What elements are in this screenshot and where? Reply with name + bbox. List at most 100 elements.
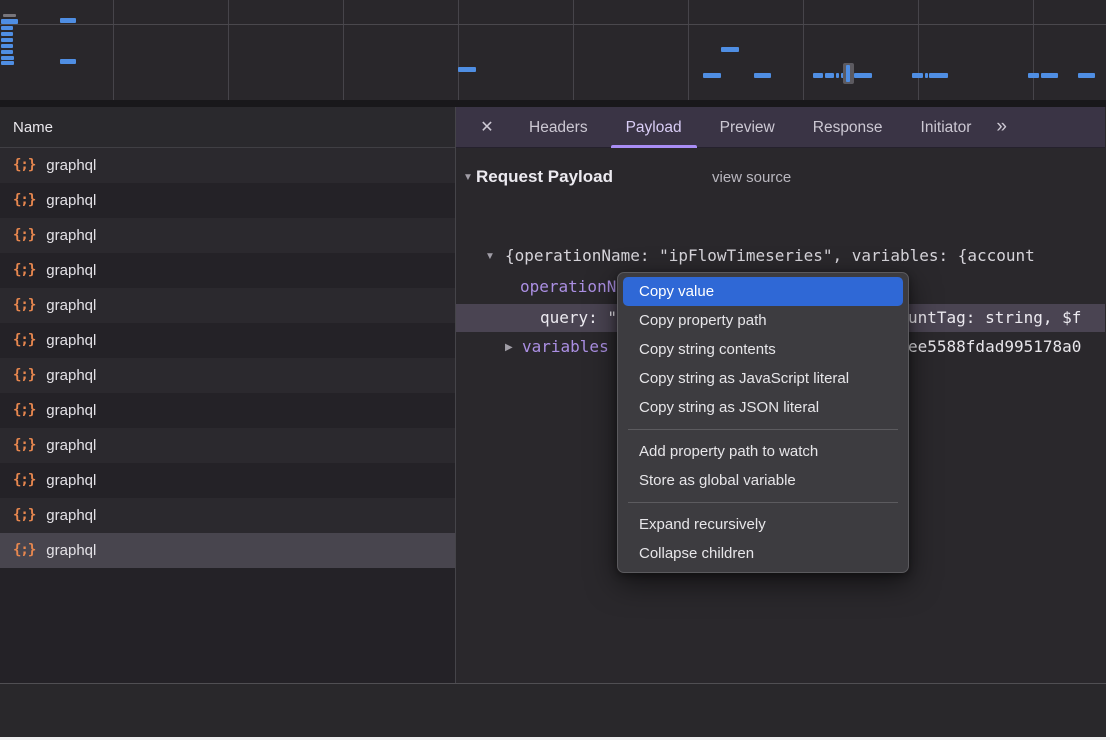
timeline-bar <box>3 14 16 17</box>
request-row[interactable]: {;} graphql <box>0 428 455 463</box>
timeline-bar <box>1 38 13 42</box>
request-name: graphql <box>46 402 96 419</box>
request-row[interactable]: {;} graphql <box>0 358 455 393</box>
grid-line <box>228 0 229 100</box>
timeline-bar <box>929 73 948 78</box>
menu-item[interactable]: Add property path to watch <box>618 437 908 466</box>
json-icon: {;} <box>13 437 35 453</box>
hover-marker-tick <box>846 65 850 82</box>
request-name: graphql <box>46 262 96 279</box>
timeline-bar <box>60 18 76 23</box>
property-value-continued: ee5588fdad995178a0 <box>908 337 1081 356</box>
request-payload-section: ▼ Request Payload view source <box>456 167 1105 191</box>
request-name: graphql <box>46 192 96 209</box>
payload-root-preview: {operationName: "ipFlowTimeseries", vari… <box>505 246 1035 265</box>
request-row[interactable]: {;} graphql <box>0 323 455 358</box>
request-name: graphql <box>46 332 96 349</box>
menu-item[interactable]: Copy string as JSON literal <box>618 393 908 422</box>
request-name: graphql <box>46 157 96 174</box>
menu-item[interactable]: Copy value <box>623 277 903 306</box>
view-source-link[interactable]: view source <box>712 169 791 186</box>
tab-response[interactable]: Response <box>796 107 900 148</box>
json-icon: {;} <box>13 157 35 173</box>
timeline-bar <box>60 59 76 64</box>
grid-line <box>343 0 344 100</box>
request-list-panel: Name {;}graphql{;}graphql{;}graphql{;}gr… <box>0 107 455 683</box>
detail-tabs: ✕ HeadersPayloadPreviewResponseInitiator… <box>456 107 1105 148</box>
request-row[interactable]: {;}graphql <box>0 183 455 218</box>
request-row[interactable]: {;} graphql <box>0 218 455 253</box>
timeline-bar <box>703 73 721 78</box>
more-tabs-icon[interactable]: » <box>996 116 1005 138</box>
timeline-bar <box>754 73 771 78</box>
menu-item[interactable]: Collapse children <box>618 539 908 568</box>
timeline-bar <box>825 73 834 78</box>
timeline-bar <box>1 56 14 60</box>
json-icon: {;} <box>13 542 35 558</box>
timeline-bar <box>721 47 739 52</box>
menu-item[interactable]: Store as global variable <box>618 466 908 495</box>
request-row[interactable]: {;} graphql <box>0 393 455 428</box>
request-name: graphql <box>46 542 96 559</box>
request-row[interactable]: {;}graphql <box>0 288 455 323</box>
page-edge <box>1106 0 1110 740</box>
request-name: graphql <box>46 437 96 454</box>
summary-bar <box>0 684 1110 737</box>
json-icon: {;} <box>13 297 35 313</box>
request-row[interactable]: {;}graphql <box>0 463 455 498</box>
menu-separator <box>628 502 898 503</box>
devtools-window: Name {;}graphql{;}graphql{;}graphql{;}gr… <box>0 0 1110 740</box>
request-row[interactable]: {;} graphql <box>0 148 455 183</box>
grid-line <box>1033 0 1034 100</box>
timeline-bar <box>912 73 923 78</box>
menu-item[interactable]: Copy property path <box>618 306 908 335</box>
timeline-bar <box>1 26 13 30</box>
timeline-bar <box>1 61 14 65</box>
grid-line <box>688 0 689 100</box>
json-icon: {;} <box>13 402 35 418</box>
request-row[interactable]: {;} graphql <box>0 533 455 568</box>
context-menu: Copy valueCopy property pathCopy string … <box>617 272 909 573</box>
payload-root-row[interactable]: ▼ {operationName: "ipFlowTimeseries", va… <box>456 246 1105 270</box>
grid-line <box>803 0 804 100</box>
menu-item[interactable]: Copy string as JavaScript literal <box>618 364 908 393</box>
json-icon: {;} <box>13 472 35 488</box>
tabs-container: HeadersPayloadPreviewResponseInitiator <box>510 107 990 148</box>
request-list: {;} graphql {;} graphql {;} graphql {;} graphql… <box>0 148 455 568</box>
expand-triangle-icon[interactable]: ▶ <box>505 342 513 353</box>
grid-line <box>0 24 1110 25</box>
request-name: graphql <box>46 367 96 384</box>
network-overview-chart[interactable] <box>0 0 1110 100</box>
timeline-bar <box>1 19 18 24</box>
tab-preview[interactable]: Preview <box>703 107 792 148</box>
request-name: graphql <box>46 507 96 524</box>
section-title: Request Payload <box>476 167 613 187</box>
menu-item[interactable]: Expand recursively <box>618 510 908 539</box>
collapse-triangle-icon[interactable]: ▼ <box>485 251 495 262</box>
collapse-triangle-icon[interactable]: ▼ <box>463 172 473 183</box>
json-icon: {;} <box>13 332 35 348</box>
request-row[interactable]: {;} graphql <box>0 498 455 533</box>
grid-line <box>458 0 459 100</box>
grid-line <box>918 0 919 100</box>
json-icon: {;} <box>13 367 35 383</box>
timeline-bar <box>1078 73 1095 78</box>
timeline-bar <box>458 67 476 72</box>
close-icon[interactable]: ✕ <box>472 117 502 137</box>
grid-line <box>573 0 574 100</box>
json-icon: {;} <box>13 507 35 523</box>
menu-separator <box>628 429 898 430</box>
json-icon: {;} <box>13 227 35 243</box>
name-column-header[interactable]: Name <box>0 107 455 148</box>
request-name: graphql <box>46 227 96 244</box>
timeline-bar <box>836 73 839 78</box>
json-icon: {;} <box>13 262 35 278</box>
timeline-bar <box>854 73 872 78</box>
tab-initiator[interactable]: Initiator <box>904 107 989 148</box>
tab-payload[interactable]: Payload <box>609 107 699 148</box>
timeline-bar <box>1041 73 1058 78</box>
property-value-continued: untTag: string, $f <box>908 308 1081 327</box>
tab-headers[interactable]: Headers <box>512 107 605 148</box>
request-row[interactable]: {;} graphql <box>0 253 455 288</box>
menu-item[interactable]: Copy string contents <box>618 335 908 364</box>
